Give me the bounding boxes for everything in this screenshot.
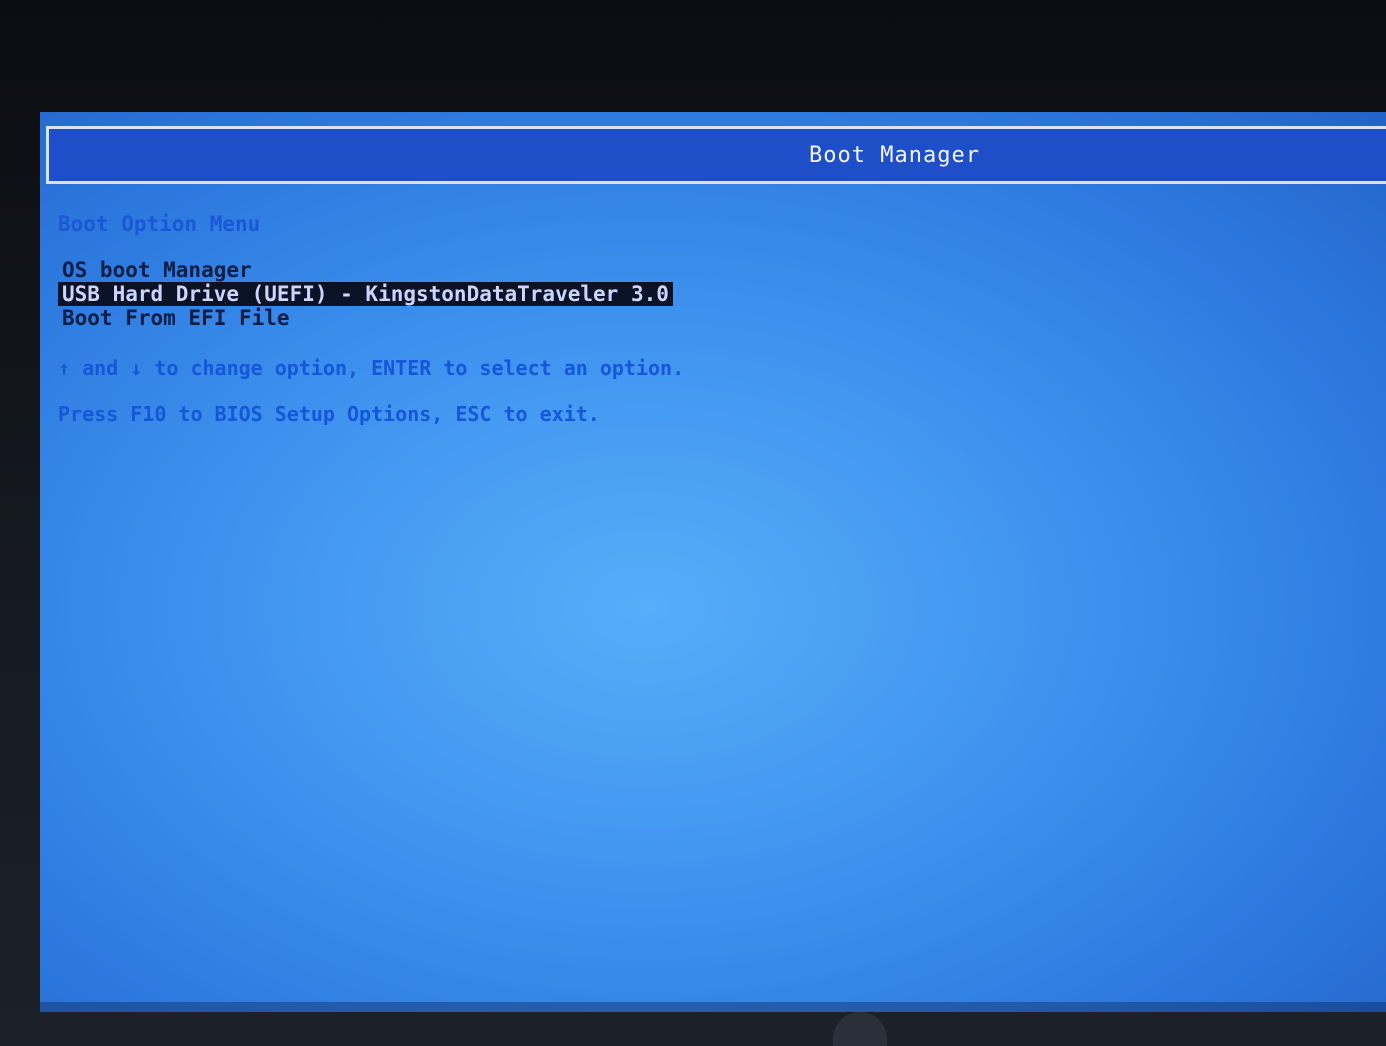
boot-option-os-boot-manager[interactable]: OS boot Manager xyxy=(58,258,256,282)
bios-screen: Boot Manager Boot Option Menu OS boot Ma… xyxy=(40,112,1386,1012)
setup-hint: Press F10 to BIOS Setup Options, ESC to … xyxy=(58,402,600,426)
menu-section-title: Boot Option Menu xyxy=(58,212,261,236)
boot-option-usb-hard-drive[interactable]: USB Hard Drive (UEFI) - KingstonDataTrav… xyxy=(58,282,673,306)
boot-option-efi-file[interactable]: Boot From EFI File xyxy=(58,306,294,330)
page-title: Boot Manager xyxy=(809,143,980,168)
boot-menu: Boot Option Menu OS boot Manager USB Har… xyxy=(58,212,1258,426)
navigation-hint: ↑ and ↓ to change option, ENTER to selec… xyxy=(58,356,685,380)
screen-edge xyxy=(40,1002,1386,1012)
title-bar: Boot Manager xyxy=(46,126,1386,184)
